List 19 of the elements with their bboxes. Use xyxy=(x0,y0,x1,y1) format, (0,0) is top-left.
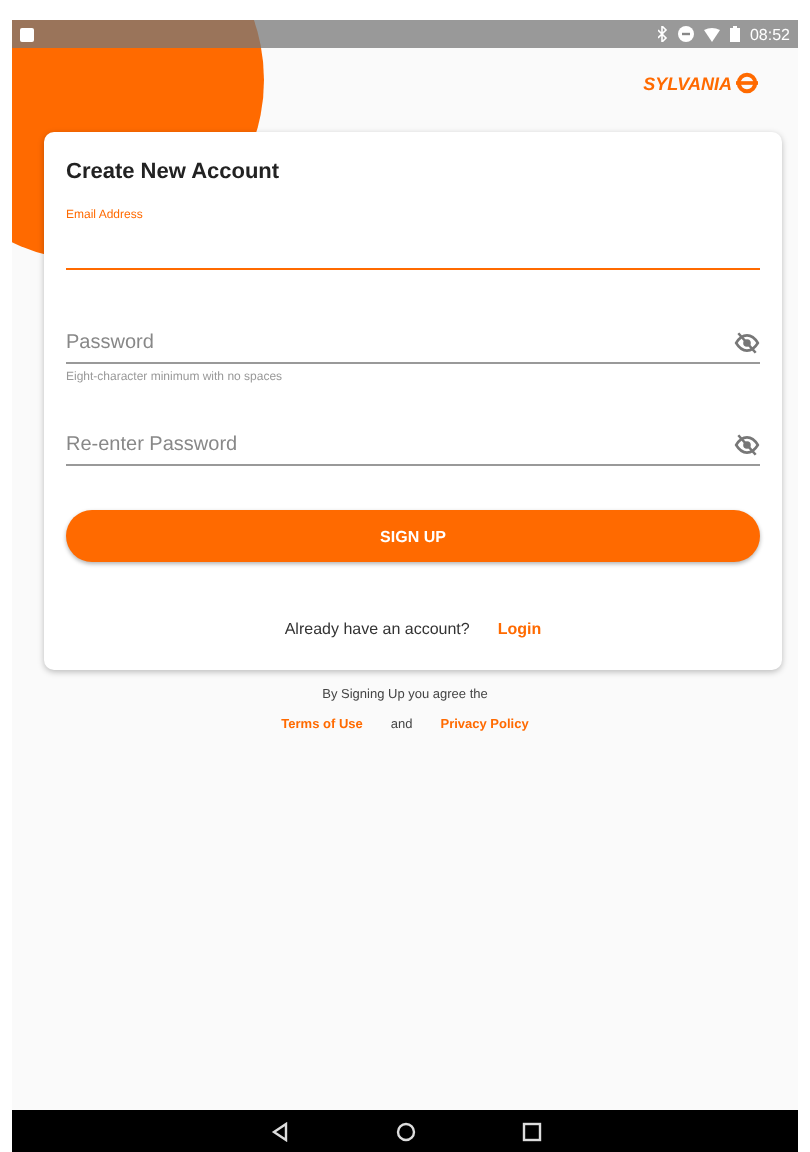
login-link[interactable]: Login xyxy=(497,620,542,638)
eye-off-icon[interactable] xyxy=(734,433,760,455)
do-not-disturb-icon xyxy=(677,26,694,42)
input-field[interactable]: Password xyxy=(66,322,760,364)
logo-mark-icon xyxy=(736,72,758,94)
login-prompt: Already have an account? xyxy=(284,620,470,638)
back-icon[interactable] xyxy=(269,1121,289,1141)
home-icon[interactable] xyxy=(395,1121,415,1141)
clock-time: 08:52 xyxy=(749,25,790,43)
recents-icon[interactable] xyxy=(521,1121,541,1141)
wifi-icon xyxy=(703,27,720,41)
battery-icon xyxy=(729,26,740,42)
bluetooth-icon xyxy=(657,26,668,42)
image-icon xyxy=(20,27,34,41)
input-field[interactable]: Re-enter Password xyxy=(66,424,760,466)
brand-logo: SYLVANIA xyxy=(643,72,758,94)
eye-off-icon[interactable] xyxy=(734,331,760,353)
card-title: Create New Account xyxy=(66,160,282,184)
sign-up-button[interactable]: SIGN UP xyxy=(66,510,760,562)
